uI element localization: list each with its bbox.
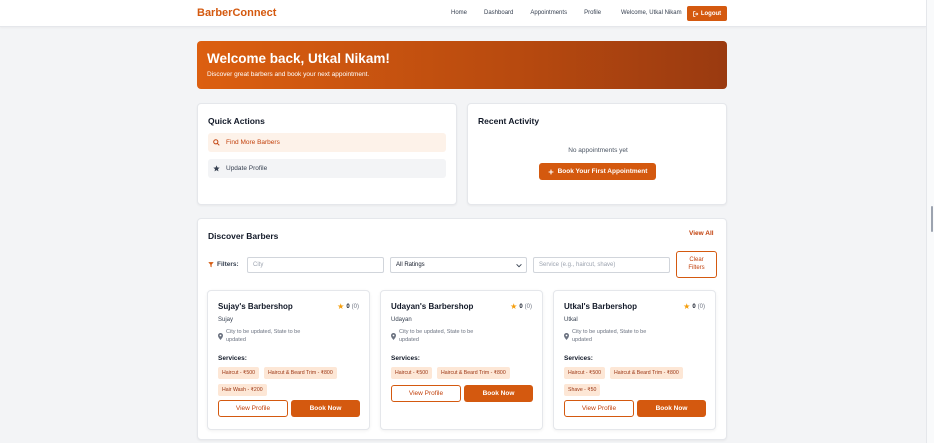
logout-label: Logout — [700, 10, 722, 17]
banner-title: Welcome back, Utkal Nikam! — [207, 51, 390, 66]
nav-link-dashboard[interactable]: Dashboard — [484, 10, 513, 16]
filter-icon — [208, 261, 214, 268]
service-tag: Haircut - ₹500 — [391, 367, 432, 379]
filters-label: Filters: — [208, 261, 239, 268]
barber-rating: ★ 0 (0) — [510, 302, 532, 311]
book-now-button[interactable]: Book Now — [464, 385, 533, 402]
banner-subtitle: Discover great barbers and book your nex… — [207, 71, 370, 78]
scrollbar-thumb[interactable] — [931, 206, 933, 232]
view-all-link[interactable]: View All — [689, 230, 714, 237]
barber-owner: Utkal — [564, 317, 578, 323]
update-profile-label: Update Profile — [226, 165, 268, 172]
service-tags: Haircut - ₹500 Haircut & Beard Trim - ₹8… — [218, 367, 368, 396]
discover-barbers-card: Discover Barbers View All Filters: City … — [197, 218, 727, 440]
search-icon — [213, 139, 220, 146]
book-now-button[interactable]: Book Now — [637, 400, 706, 417]
barber-card: Udayan's Barbershop ★ 0 (0) Udayan City … — [380, 290, 543, 430]
location-line2: updated — [399, 337, 419, 344]
clear-filters-line2: Filters — [688, 264, 705, 271]
city-filter-placeholder: City — [253, 262, 264, 268]
barber-rating: ★ 0 (0) — [337, 302, 359, 311]
welcome-banner: Welcome back, Utkal Nikam! Discover grea… — [197, 41, 727, 89]
service-tag: Haircut - ₹500 — [218, 367, 259, 379]
clear-filters-button[interactable]: Clear Filters — [676, 251, 717, 278]
rating-count: (0) — [697, 303, 705, 310]
location-line1: City to be updated, State to be — [572, 329, 647, 335]
logout-button[interactable]: Logout — [687, 6, 727, 21]
nav-link-appointments[interactable]: Appointments — [530, 10, 567, 16]
city-filter-input[interactable]: City — [247, 257, 384, 273]
barber-name: Udayan's Barbershop — [391, 302, 474, 311]
nav-links: Home Dashboard Appointments Profile — [451, 10, 618, 16]
view-profile-button[interactable]: View Profile — [391, 385, 461, 402]
barber-owner: Udayan — [391, 317, 412, 323]
barber-card: Utkal's Barbershop ★ 0 (0) Utkal City to… — [553, 290, 716, 430]
nav-link-profile[interactable]: Profile — [584, 10, 601, 16]
service-tag: Hair Wash - ₹200 — [218, 384, 267, 396]
nav-link-home[interactable]: Home — [451, 10, 467, 16]
no-appointments-text: No appointments yet — [568, 147, 628, 154]
rating-filter-value: All Ratings — [396, 262, 425, 268]
rating-value: 0 — [346, 303, 350, 310]
service-tag: Haircut - ₹500 — [564, 367, 605, 379]
plus-icon — [548, 169, 554, 175]
logout-icon — [693, 10, 699, 17]
quick-actions-card: Quick Actions Find More Barbers Update P… — [197, 103, 457, 205]
service-filter-input[interactable]: Service (e.g., haircut, shave) — [533, 257, 670, 273]
star-icon: ★ — [510, 302, 518, 311]
map-pin-icon — [391, 328, 396, 345]
book-first-appointment-label: Book Your First Appointment — [557, 168, 648, 175]
navbar: BarberConnect Home Dashboard Appointment… — [0, 0, 926, 27]
barber-owner: Sujay — [218, 317, 234, 323]
service-tag: Haircut & Beard Trim - ₹800 — [437, 367, 510, 379]
location-line1: City to be updated, State to be — [226, 329, 301, 335]
services-label: Services: — [564, 355, 593, 362]
quick-actions-title: Quick Actions — [208, 116, 265, 126]
location-line2: updated — [226, 337, 246, 344]
star-icon: ★ — [683, 302, 691, 311]
service-tag: Haircut & Beard Trim - ₹800 — [610, 367, 683, 379]
rating-value: 0 — [519, 303, 523, 310]
view-profile-button[interactable]: View Profile — [564, 400, 634, 417]
chevron-down-icon — [516, 263, 522, 268]
barber-card: Sujay's Barbershop ★ 0 (0) Sujay City to… — [207, 290, 370, 430]
rating-count: (0) — [351, 303, 359, 310]
barber-location: City to be updated, State to be updated — [564, 328, 674, 345]
barber-name: Utkal's Barbershop — [564, 302, 638, 311]
star-icon: ★ — [337, 302, 345, 311]
services-label: Services: — [391, 355, 420, 362]
barber-rating: ★ 0 (0) — [683, 302, 705, 311]
star-icon — [213, 165, 220, 172]
brand-logo[interactable]: BarberConnect — [197, 7, 276, 19]
recent-activity-card: Recent Activity No appointments yet Book… — [467, 103, 727, 205]
book-first-appointment-button[interactable]: Book Your First Appointment — [539, 163, 656, 180]
find-more-barbers-button[interactable]: Find More Barbers — [208, 133, 446, 152]
location-line2: updated — [572, 337, 592, 344]
map-pin-icon — [564, 328, 569, 345]
find-more-barbers-label: Find More Barbers — [226, 139, 280, 146]
rating-value: 0 — [692, 303, 696, 310]
service-tags: Haircut - ₹500 Haircut & Beard Trim - ₹8… — [564, 367, 714, 396]
barber-location: City to be updated, State to be updated — [391, 328, 501, 345]
filters-label-text: Filters: — [217, 261, 239, 268]
rating-filter-select[interactable]: All Ratings — [390, 257, 527, 273]
location-line1: City to be updated, State to be — [399, 329, 474, 335]
service-tags: Haircut - ₹500 Haircut & Beard Trim - ₹8… — [391, 367, 541, 379]
clear-filters-line1: Clear — [689, 256, 704, 263]
service-filter-placeholder: Service (e.g., haircut, shave) — [539, 262, 616, 268]
rating-count: (0) — [524, 303, 532, 310]
services-label: Services: — [218, 355, 247, 362]
map-pin-icon — [218, 328, 223, 345]
service-tag: Shave - ₹50 — [564, 384, 601, 396]
service-tag: Haircut & Beard Trim - ₹800 — [264, 367, 337, 379]
book-now-button[interactable]: Book Now — [291, 400, 360, 417]
view-profile-button[interactable]: View Profile — [218, 400, 288, 417]
welcome-text: Welcome, Utkal Nikam — [621, 10, 682, 16]
update-profile-button[interactable]: Update Profile — [208, 159, 446, 178]
recent-activity-title: Recent Activity — [478, 116, 540, 126]
barber-location: City to be updated, State to be updated — [218, 328, 328, 345]
barber-name: Sujay's Barbershop — [218, 302, 293, 311]
discover-barbers-title: Discover Barbers — [208, 231, 279, 241]
